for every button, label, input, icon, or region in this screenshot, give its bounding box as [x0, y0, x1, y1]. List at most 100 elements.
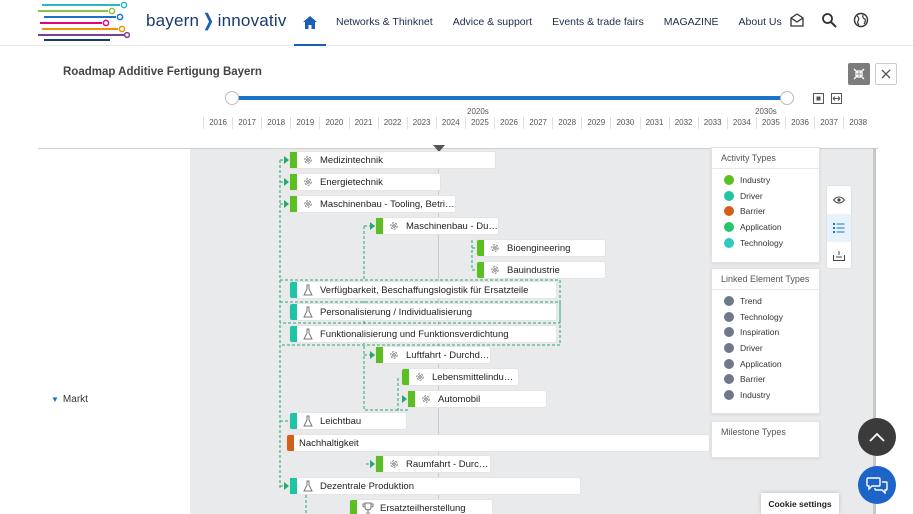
item-type-bar: [402, 369, 409, 385]
item-type-bar: [290, 478, 297, 494]
item-label: Maschinenbau - Tooling, Betrie...: [320, 198, 455, 210]
gear-icon: [302, 154, 314, 166]
color-dot-icon: [724, 221, 734, 232]
tray-icon: [833, 251, 845, 261]
item-type-bar: [376, 347, 383, 363]
link-type-icon: [724, 295, 734, 306]
roadmap-item[interactable]: Luftfahrt - Durchdr...: [370, 347, 490, 363]
item-label: Energietechnik: [320, 176, 383, 188]
item-type-bar: [290, 282, 297, 298]
linked-element-types-panel: Linked Element Types Trend Technology Insp…: [711, 268, 820, 414]
legend-label: Trend: [740, 295, 762, 306]
roadmap-item[interactable]: Leichtbau: [290, 413, 406, 429]
roadmap-item[interactable]: Dezentrale Produktion: [284, 478, 580, 494]
item-label: Nachhaltigkeit: [299, 437, 359, 449]
gear-icon: [302, 176, 314, 188]
legend-label: Technology: [740, 311, 784, 322]
color-dot-icon: [724, 237, 734, 248]
legend-label: Barrier: [740, 374, 766, 385]
gear-icon: [388, 220, 400, 232]
link-arrow-icon: [370, 351, 375, 359]
legend-label: Industry: [740, 174, 771, 185]
legend-label: Application: [740, 358, 782, 369]
linked-legend-list: Trend Technology Inspiration Driver Applicat…: [712, 290, 819, 403]
roadmap-item[interactable]: Raumfahrt - Durch...: [370, 456, 490, 472]
legend-item[interactable]: Application: [712, 219, 819, 235]
link-type-icon: [724, 327, 734, 338]
link-type-icon: [724, 311, 734, 322]
legend-item[interactable]: Driver: [712, 340, 819, 356]
view-tools: [826, 185, 852, 269]
link-arrow-icon: [284, 156, 289, 164]
roadmap-item[interactable]: Funktionalisierung und Funktionsverdicht…: [290, 326, 556, 342]
roadmap-item[interactable]: Personalisierung / Individualisierung: [290, 304, 556, 320]
item-label: Lebensmittelindust...: [432, 371, 518, 383]
flask-icon: [302, 328, 314, 340]
roadmap-item[interactable]: Maschinenbau - Tooling, Betrie...: [284, 196, 455, 212]
roadmap-item[interactable]: Medizintechnik: [284, 152, 495, 168]
legend-label: Technology: [740, 237, 784, 248]
item-type-bar: [290, 174, 297, 190]
activity-legend-list: Industry Driver Barrier Application Technolo…: [712, 169, 819, 250]
item-label: Medizintechnik: [320, 154, 383, 166]
legend-item[interactable]: Technology: [712, 235, 819, 251]
panel-title: Linked Element Types: [712, 269, 819, 290]
legend-label: Application: [740, 221, 782, 232]
item-label: Bioengineering: [507, 242, 571, 254]
link-arrow-icon: [284, 482, 289, 490]
item-label: Ersatzteilherstellung: [380, 502, 466, 514]
item-label: Dezentrale Produktion: [320, 480, 414, 492]
legend-item[interactable]: Industry: [712, 172, 819, 188]
roadmap-item[interactable]: Verfügbarkeit, Beschaffungslogistik für …: [290, 282, 556, 298]
visibility-button[interactable]: [827, 186, 851, 214]
gear-icon: [302, 198, 314, 210]
chat-icon: [866, 477, 888, 494]
item-type-bar: [350, 500, 357, 514]
link-arrow-icon: [402, 395, 407, 403]
legend-item[interactable]: Inspiration: [712, 324, 819, 340]
legend-item[interactable]: Technology: [712, 309, 819, 325]
legend-label: Inspiration: [740, 327, 780, 338]
chevron-up-icon: [869, 432, 885, 442]
link-type-icon: [724, 389, 734, 400]
legend-item[interactable]: Application: [712, 356, 819, 372]
roadmap-item[interactable]: Nachhaltigkeit: [287, 435, 709, 451]
legend-item[interactable]: Barrier: [712, 371, 819, 387]
legend-item[interactable]: Barrier: [712, 203, 819, 219]
flask-icon: [302, 306, 314, 318]
roadmap-item[interactable]: Ersatzteilherstellung: [350, 500, 492, 514]
item-type-bar: [376, 218, 383, 234]
item-type-bar: [287, 435, 294, 451]
item-label: Raumfahrt - Durch...: [406, 458, 490, 470]
item-type-bar: [290, 413, 297, 429]
legend-item[interactable]: Industry: [712, 387, 819, 403]
activity-types-panel: Activity Types Industry Driver Barrier Appl…: [711, 147, 820, 263]
item-type-bar: [477, 262, 484, 278]
trophy-icon: [362, 502, 374, 514]
scroll-top-button[interactable]: [858, 418, 896, 456]
item-label: Verfügbarkeit, Beschaffungslogistik für …: [320, 284, 529, 296]
roadmap-item[interactable]: Maschinenbau - Durc...: [370, 218, 498, 234]
gear-icon: [489, 264, 501, 276]
legend-button[interactable]: [827, 214, 851, 242]
legend-item[interactable]: Trend: [712, 293, 819, 309]
export-button[interactable]: [827, 242, 851, 270]
cookie-settings-button[interactable]: Cookie settings: [761, 493, 839, 514]
chat-button[interactable]: [858, 466, 896, 504]
roadmap-item[interactable]: Automobil: [402, 391, 546, 407]
item-type-bar: [290, 196, 297, 212]
item-type-bar: [290, 152, 297, 168]
roadmap-item[interactable]: Bioengineering: [477, 240, 605, 256]
link-type-icon: [724, 358, 734, 369]
color-dot-icon: [724, 174, 734, 185]
roadmap-item[interactable]: Energietechnik: [284, 174, 440, 190]
gear-icon: [388, 349, 400, 361]
legend-label: Barrier: [740, 206, 766, 217]
link-type-icon: [724, 342, 734, 353]
legend-item[interactable]: Driver: [712, 188, 819, 204]
roadmap-item[interactable]: Lebensmittelindust...: [402, 369, 518, 385]
link-type-icon: [724, 374, 734, 385]
flask-icon: [302, 284, 314, 296]
link-arrow-icon: [284, 178, 289, 186]
roadmap-item[interactable]: Bauindustrie: [477, 262, 605, 278]
